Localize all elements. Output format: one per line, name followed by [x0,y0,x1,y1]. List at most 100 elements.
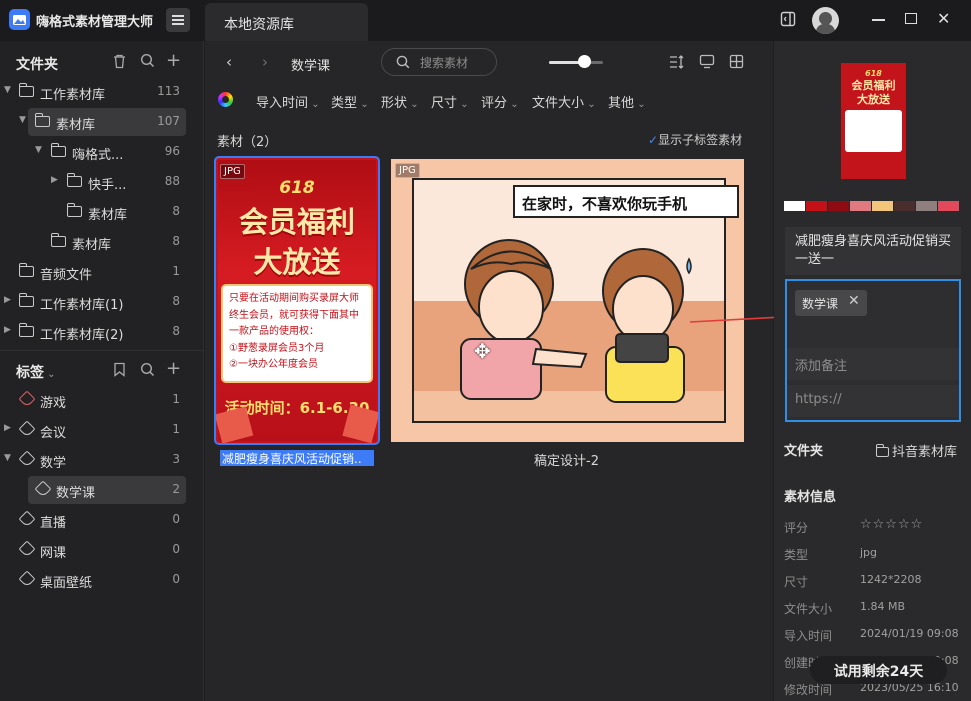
search-icon [396,55,410,73]
folder-item[interactable]: 音频文件 1 [0,258,194,286]
palette-swatch[interactable] [806,201,827,211]
file-type-badge: JPG [220,164,245,179]
folder-item[interactable]: 素材库 8 [0,228,194,256]
note-input[interactable]: 添加备注 [787,348,959,380]
speech-bubble: 在家时，不喜欢你玩手机 [513,185,739,218]
sidebar-divider [0,350,204,351]
info-value: 2024/01/19 09:08 [860,627,959,640]
palette-swatch[interactable] [894,201,915,211]
tag-item[interactable]: ▶ 会议 1 [0,416,194,444]
panel-toggle-icon[interactable] [780,11,796,31]
rating-stars[interactable]: ☆☆☆☆☆ [860,517,923,532]
avatar[interactable] [812,7,839,34]
app-logo [9,9,30,30]
zoom-slider-knob[interactable] [578,55,591,68]
palette-swatch[interactable] [872,201,893,211]
tag-item[interactable]: 游戏 1 [0,386,194,414]
filter-other[interactable]: 其他 [608,92,646,111]
promo-number: 618 [279,178,315,198]
app-title: 嗨格式素材管理大师 [36,15,154,30]
folder-item[interactable]: ▶ 快手... 88 [0,168,194,196]
minimize-icon[interactable] [872,19,885,21]
folder-item[interactable]: 素材库 8 [0,198,194,226]
folder-icon [876,444,889,457]
menu-button[interactable] [166,8,190,32]
close-icon[interactable]: ✕ [937,9,950,28]
back-arrow-icon[interactable]: ‹ [226,53,232,71]
tag-item[interactable]: 直播 0 [0,506,194,534]
tag-icon [18,570,36,588]
info-key: 尺寸 [784,575,809,589]
tag-search-icon[interactable] [140,362,155,381]
asset-title-field[interactable]: 减肥瘦身喜庆风活动促销买一送一 [785,227,961,275]
folder-item[interactable]: ▶ 工作素材库(2) 8 [0,318,194,346]
tag-item[interactable]: ▼ 数学 3 [0,446,194,474]
tag-icon [18,390,36,408]
caret-down-icon: ▼ [35,145,42,155]
caret-right-icon: ▶ [4,423,11,433]
add-tag-icon[interactable]: + [166,358,181,379]
palette-swatch[interactable] [784,201,805,211]
asset-name[interactable]: 减肥瘦身喜庆风活动促销.. [220,450,374,466]
filter-type[interactable]: 类型 [331,92,369,111]
tag-icon [18,510,36,528]
tab-local-library[interactable]: 本地资源库 [205,3,368,41]
caret-right-icon: ▶ [51,175,58,185]
asset-card[interactable]: JPG 在家时，不喜欢你玩手机 [391,159,744,442]
folder-icon [51,143,66,157]
move-cursor-icon: ✥ [474,339,491,363]
color-filter-icon[interactable] [218,92,233,107]
folder-icon [19,293,34,307]
tag-icon [34,480,52,498]
maximize-icon[interactable] [905,13,917,24]
remove-tag-icon[interactable]: ✕ [848,293,860,309]
show-sub-tags-toggle[interactable]: ✓显示子标签素材 [648,131,742,148]
folder-icon [51,233,66,247]
promo-title: 会员福利 大放送 [238,205,355,279]
asset-name[interactable]: 稿定设计-2 [534,450,599,469]
caret-right-icon: ▶ [4,295,11,305]
sort-icon[interactable] [669,55,684,73]
tags-heading[interactable]: 标签 ⌄ [16,362,56,382]
folder-item[interactable]: ▼ 工作素材库 113 [0,78,194,106]
tag-chip[interactable]: 数学课 ✕ [795,290,867,316]
breadcrumb: 数学课 [291,59,331,74]
add-folder-icon[interactable]: + [166,50,181,71]
tag-item[interactable]: 网课 0 [0,536,194,564]
folder-value[interactable]: 抖音素材库 [876,441,957,460]
info-key: 导入时间 [784,629,833,643]
filter-rating[interactable]: 评分 [481,92,519,111]
bookmark-icon[interactable] [113,362,126,381]
forward-arrow-icon[interactable]: › [262,53,268,71]
trash-icon[interactable] [112,53,127,73]
info-value: 1242*2208 [860,573,922,586]
filter-shape[interactable]: 形状 [381,92,419,111]
file-type-badge: JPG [395,163,420,178]
folder-icon [19,263,34,277]
folder-icon [19,323,34,337]
filter-file-size[interactable]: 文件大小 [532,92,596,111]
palette-swatch[interactable] [938,201,959,211]
tag-item-selected[interactable]: 数学课 2 [28,476,186,504]
grid-view-icon[interactable] [729,54,744,73]
promo-text-box: 只要在活动期间购买录屏大师 终生会员，就可获得下面其中 一款产品的使用权： ①野… [221,284,373,383]
search-placeholder: 搜索素材 [420,56,469,70]
trial-badge[interactable]: 试用剩余24天 [810,656,947,684]
filter-size[interactable]: 尺寸 [431,92,469,111]
preview-thumbnail[interactable]: 618 会员福利 大放送 [841,63,906,179]
palette-swatch[interactable] [828,201,849,211]
palette-swatch[interactable] [916,201,937,211]
palette-swatch[interactable] [850,201,871,211]
filter-import-time[interactable]: 导入时间 [256,92,320,111]
display-icon[interactable] [699,54,715,73]
caret-down-icon: ▼ [4,85,11,95]
folder-item[interactable]: ▶ 工作素材库(1) 8 [0,288,194,316]
url-input[interactable]: https:// [787,385,959,417]
folder-icon [35,113,50,127]
folder-item-selected[interactable]: ▼ 素材库 107 [19,108,186,136]
folder-search-icon[interactable] [140,53,155,72]
folder-item[interactable]: ▼ 嗨格式... 96 [0,138,194,166]
tag-item[interactable]: 桌面壁纸 0 [0,566,194,594]
asset-card-selected[interactable]: JPG 618 会员福利 大放送 只要在活动期间购买录屏大师 终生会员，就可获得… [214,156,380,445]
caret-right-icon: ▶ [4,325,11,335]
